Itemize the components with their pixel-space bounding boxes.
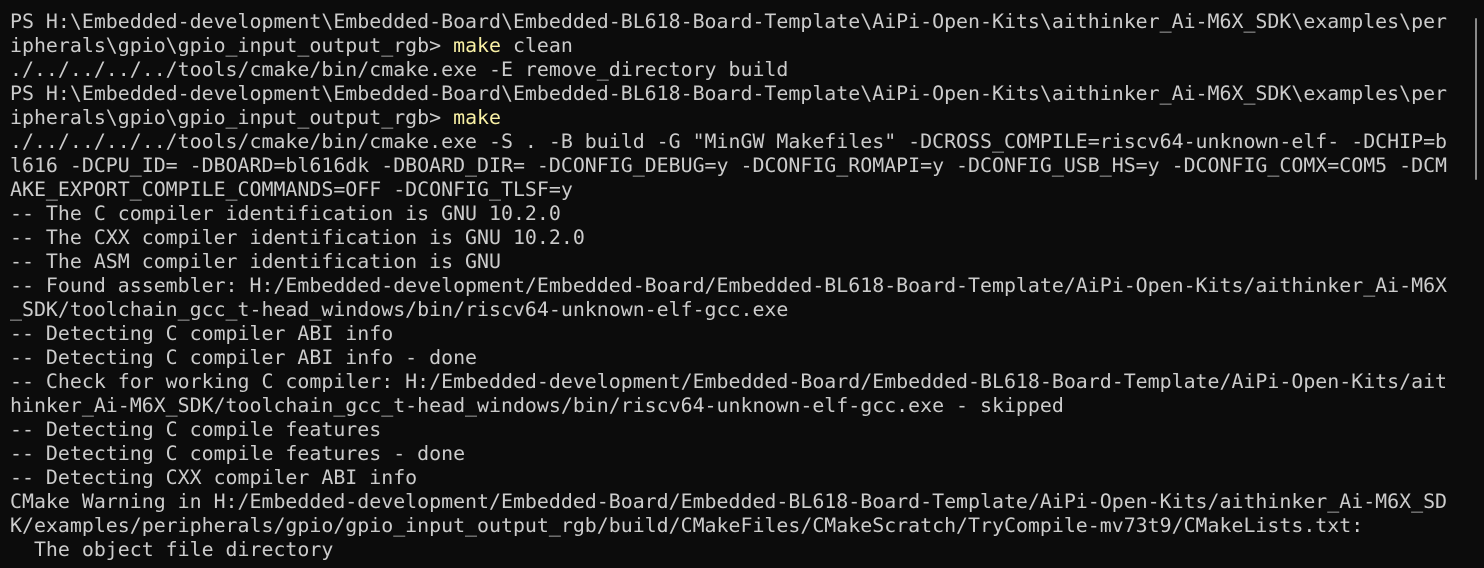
output-text: The object file directory <box>10 538 334 561</box>
output-text: -- The CXX compiler identification is GN… <box>10 226 585 249</box>
terminal-line: The object file directory <box>10 538 1460 562</box>
terminal-line: AKE_EXPORT_COMPILE_COMMANDS=OFF -DCONFIG… <box>10 178 1460 202</box>
terminal-output[interactable]: PS H:\Embedded-development\Embedded-Boar… <box>10 10 1460 562</box>
output-text: PS H:\Embedded-development\Embedded-Boar… <box>10 10 1448 33</box>
terminal-line: ./../../../../tools/cmake/bin/cmake.exe … <box>10 58 1460 82</box>
output-text: l616 -DCPU_ID= -DBOARD=bl616dk -DBOARD_D… <box>10 154 1448 177</box>
output-text: ipherals\gpio\gpio_input_output_rgb> <box>10 34 454 57</box>
terminal-line: -- The C compiler identification is GNU … <box>10 202 1460 226</box>
terminal-line: PS H:\Embedded-development\Embedded-Boar… <box>10 82 1460 106</box>
terminal-line: -- The ASM compiler identification is GN… <box>10 250 1460 274</box>
output-text: -- The C compiler identification is GNU … <box>10 202 561 225</box>
terminal-line: hinker_Ai-M6X_SDK/toolchain_gcc_t-head_w… <box>10 394 1460 418</box>
output-text: -- Detecting C compiler ABI info - done <box>10 346 478 369</box>
terminal-line: CMake Warning in H:/Embedded-development… <box>10 490 1460 514</box>
terminal-line: -- Detecting C compile features <box>10 418 1460 442</box>
output-text: ipherals\gpio\gpio_input_output_rgb> <box>10 106 454 129</box>
terminal-line: -- Detecting CXX compiler ABI info <box>10 466 1460 490</box>
terminal-line: l616 -DCPU_ID= -DBOARD=bl616dk -DBOARD_D… <box>10 154 1460 178</box>
command-text: make <box>453 34 501 57</box>
output-text: ./../../../../tools/cmake/bin/cmake.exe … <box>10 58 789 81</box>
terminal-line: PS H:\Embedded-development\Embedded-Boar… <box>10 10 1460 34</box>
terminal-line: -- The CXX compiler identification is GN… <box>10 226 1460 250</box>
output-text: ./../../../../tools/cmake/bin/cmake.exe … <box>10 130 1448 153</box>
output-text: -- Detecting CXX compiler ABI info <box>10 466 418 489</box>
terminal-line: ./../../../../tools/cmake/bin/cmake.exe … <box>10 130 1460 154</box>
output-text: -- Detecting C compiler ABI info <box>10 322 394 345</box>
output-text: AKE_EXPORT_COMPILE_COMMANDS=OFF -DCONFIG… <box>10 178 573 201</box>
output-text: PS H:\Embedded-development\Embedded-Boar… <box>10 82 1448 105</box>
terminal-line: ipherals\gpio\gpio_input_output_rgb> mak… <box>10 34 1460 58</box>
output-text: -- Check for working C compiler: H:/Embe… <box>10 370 1448 393</box>
terminal-line: -- Detecting C compile features - done <box>10 442 1460 466</box>
output-text: -- Detecting C compile features <box>10 418 382 441</box>
vertical-scrollbar[interactable] <box>1475 18 1477 180</box>
output-text: CMake Warning in H:/Embedded-development… <box>10 490 1448 513</box>
terminal-line: _SDK/toolchain_gcc_t-head_windows/bin/ri… <box>10 298 1460 322</box>
output-text: clean <box>501 34 573 57</box>
output-text: K/examples/peripherals/gpio/gpio_input_o… <box>10 514 1364 537</box>
terminal-line: -- Detecting C compiler ABI info - done <box>10 346 1460 370</box>
terminal-line: K/examples/peripherals/gpio/gpio_input_o… <box>10 514 1460 538</box>
output-text: _SDK/toolchain_gcc_t-head_windows/bin/ri… <box>10 298 789 321</box>
command-text: make <box>453 106 501 129</box>
output-text: -- Found assembler: H:/Embedded-developm… <box>10 274 1448 297</box>
output-text: hinker_Ai-M6X_SDK/toolchain_gcc_t-head_w… <box>10 394 1064 417</box>
terminal-line: ipherals\gpio\gpio_input_output_rgb> mak… <box>10 106 1460 130</box>
output-text: -- The ASM compiler identification is GN… <box>10 250 501 273</box>
terminal-line: -- Check for working C compiler: H:/Embe… <box>10 370 1460 394</box>
terminal-line: -- Detecting C compiler ABI info <box>10 322 1460 346</box>
output-text: -- Detecting C compile features - done <box>10 442 466 465</box>
terminal-line: -- Found assembler: H:/Embedded-developm… <box>10 274 1460 298</box>
